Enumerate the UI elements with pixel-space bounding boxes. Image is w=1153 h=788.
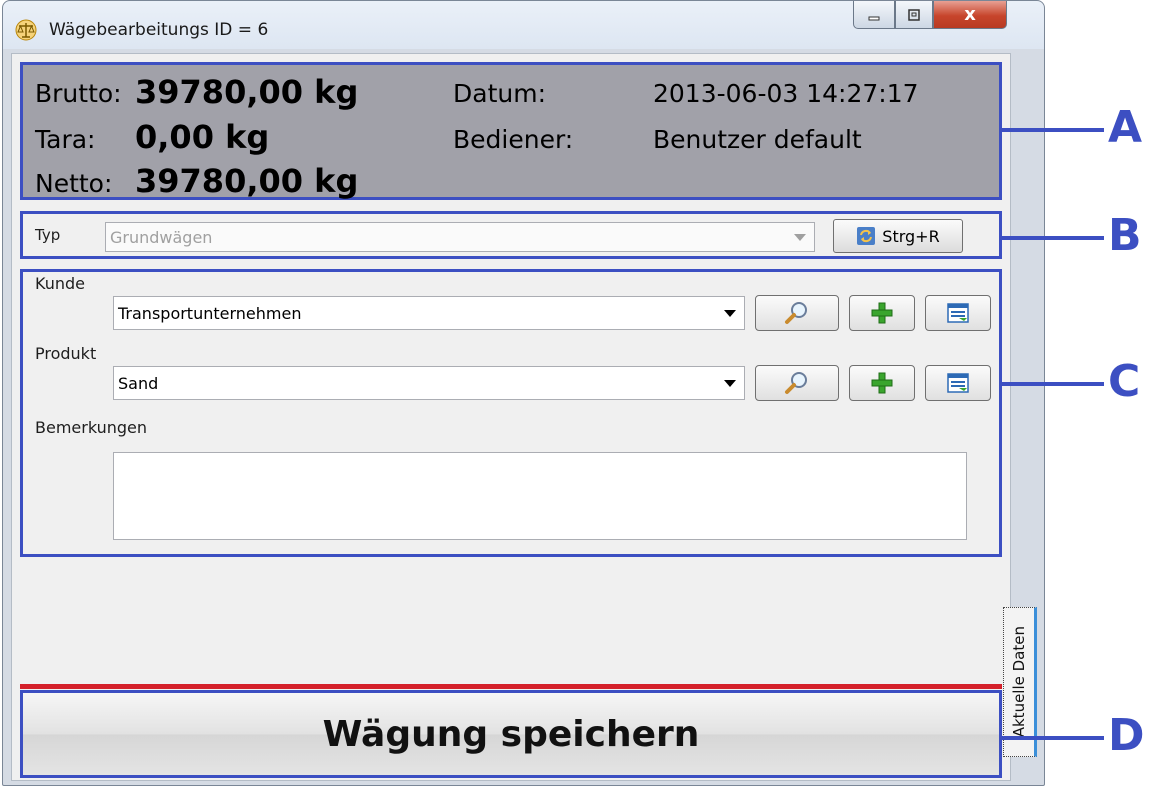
- save-weighing-button[interactable]: Wägung speichern: [20, 690, 1002, 778]
- produkt-list-button[interactable]: [925, 365, 991, 401]
- datum-value: 2013-06-03 14:27:17: [653, 79, 919, 108]
- annotation-line-b: [1000, 236, 1104, 240]
- chevron-down-icon: [724, 310, 736, 317]
- search-icon: [785, 302, 807, 324]
- brutto-label: Brutto:: [35, 79, 122, 108]
- annotation-label-b: B: [1108, 210, 1142, 261]
- bemerkungen-label: Bemerkungen: [35, 418, 148, 437]
- annotation-label-a: A: [1108, 102, 1143, 153]
- annotation-label-c: C: [1108, 356, 1141, 407]
- datum-label: Datum:: [453, 79, 546, 108]
- save-weighing-label: Wägung speichern: [322, 713, 700, 755]
- produkt-label: Produkt: [35, 344, 97, 363]
- window-title: Wägebearbeitungs ID = 6: [49, 20, 269, 40]
- weight-info-panel: Brutto: 39780,00 kg Tara: 0,00 kg Netto:…: [20, 62, 1002, 200]
- kunde-search-button[interactable]: [755, 295, 839, 331]
- list-edit-icon: [947, 303, 969, 323]
- bediener-value: Benutzer default: [653, 125, 862, 154]
- annotation-label-d: D: [1108, 710, 1145, 761]
- client-area: Brutto: 39780,00 kg Tara: 0,00 kg Netto:…: [11, 53, 1011, 781]
- chevron-down-icon: [794, 234, 806, 241]
- kunde-label: Kunde: [35, 274, 85, 293]
- netto-value: 39780,00 kg: [135, 162, 359, 200]
- maximize-icon: [908, 8, 920, 21]
- typ-select[interactable]: Grundwägen: [105, 222, 815, 252]
- scale-icon: [15, 19, 37, 41]
- separator-line: [20, 684, 1002, 689]
- bemerkungen-textarea[interactable]: [113, 452, 967, 540]
- annotation-line-a: [1000, 128, 1104, 132]
- produkt-select[interactable]: Sand: [113, 366, 745, 400]
- minimize-icon: [868, 16, 880, 20]
- typ-label: Typ: [35, 226, 61, 244]
- list-edit-icon: [947, 373, 969, 393]
- minimize-button[interactable]: [853, 1, 895, 29]
- details-panel: Kunde Transportunternehmen Produkt Sand …: [20, 269, 1002, 557]
- bediener-label: Bediener:: [453, 125, 574, 154]
- produkt-select-value: Sand: [118, 373, 159, 393]
- produkt-add-button[interactable]: [849, 365, 915, 401]
- tara-value: 0,00 kg: [135, 118, 270, 156]
- annotation-line-d: [1000, 736, 1104, 740]
- kunde-select[interactable]: Transportunternehmen: [113, 296, 745, 330]
- close-icon: x: [964, 4, 976, 25]
- search-icon: [785, 372, 807, 394]
- kunde-select-value: Transportunternehmen: [118, 303, 302, 323]
- window-controls: x: [853, 1, 1007, 29]
- reload-shortcut-button[interactable]: Strg+R: [833, 219, 963, 253]
- typ-panel: Typ Grundwägen Strg+R: [20, 211, 1002, 259]
- brutto-value: 39780,00 kg: [135, 73, 359, 111]
- kunde-list-button[interactable]: [925, 295, 991, 331]
- kunde-add-button[interactable]: [849, 295, 915, 331]
- refresh-icon: [857, 227, 876, 245]
- netto-label: Netto:: [35, 169, 113, 198]
- typ-select-value: Grundwägen: [110, 227, 213, 247]
- annotation-line-c: [1000, 382, 1104, 386]
- tab-aktuelle-daten[interactable]: Aktuelle Daten: [1003, 607, 1037, 757]
- tara-label: Tara:: [35, 125, 96, 154]
- plus-icon: [871, 372, 893, 394]
- reload-shortcut-label: Strg+R: [882, 226, 940, 246]
- plus-icon: [871, 302, 893, 324]
- tab-aktuelle-daten-label: Aktuelle Daten: [1010, 626, 1028, 738]
- chevron-down-icon: [724, 380, 736, 387]
- maximize-button[interactable]: [895, 1, 933, 29]
- produkt-search-button[interactable]: [755, 365, 839, 401]
- title-bar[interactable]: Wägebearbeitungs ID = 6 x: [3, 1, 1044, 53]
- close-button[interactable]: x: [933, 1, 1007, 29]
- app-window: Wägebearbeitungs ID = 6 x Brutto: 39780,…: [2, 0, 1045, 786]
